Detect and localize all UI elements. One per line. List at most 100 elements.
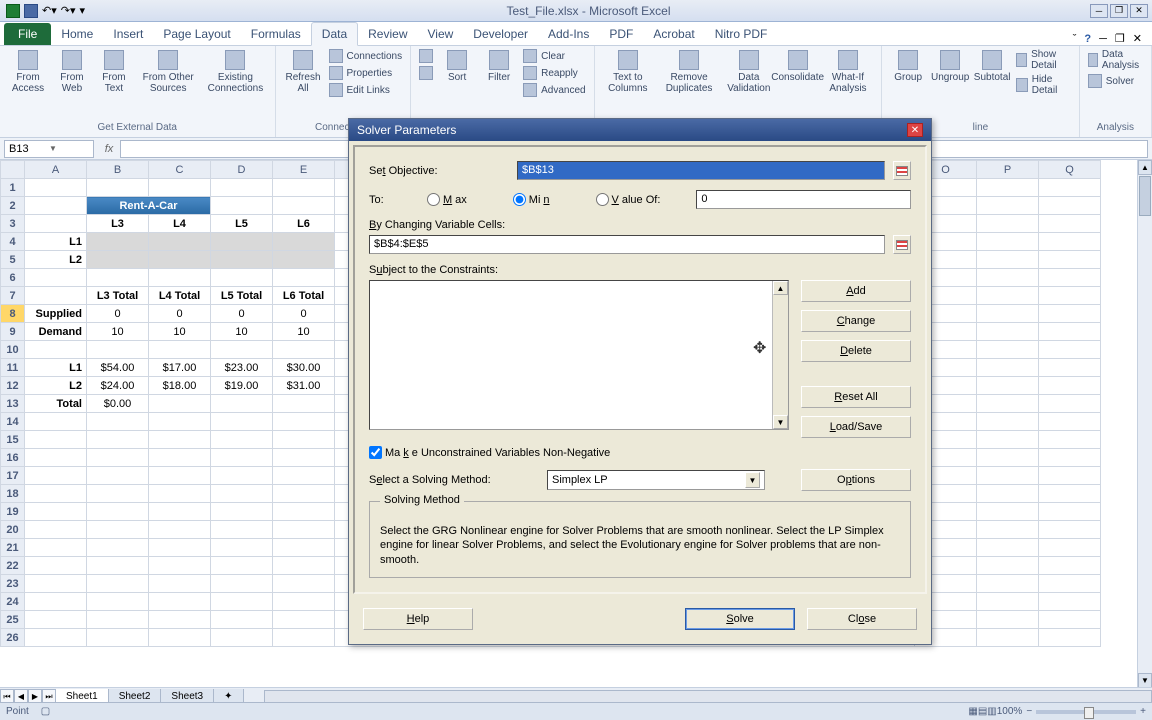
row-header[interactable]: 20 — [1, 521, 25, 539]
row-header[interactable]: 10 — [1, 341, 25, 359]
row-header[interactable]: 21 — [1, 539, 25, 557]
options-button[interactable]: Options — [801, 469, 911, 491]
tab-home[interactable]: Home — [51, 23, 103, 45]
row-header[interactable]: 15 — [1, 431, 25, 449]
selected-cell[interactable]: $0.00 — [87, 395, 149, 413]
window-close-icon[interactable]: ✕ — [1133, 32, 1142, 45]
constraints-listbox[interactable]: ▲▼ — [369, 280, 789, 430]
col-header[interactable]: B — [87, 161, 149, 179]
help-icon[interactable]: ? — [1084, 33, 1091, 45]
row-header[interactable]: 19 — [1, 503, 25, 521]
col-header[interactable]: D — [211, 161, 273, 179]
nonneg-checkbox[interactable]: Make Unconstrained Variables Non-Negativ… — [369, 446, 911, 459]
advanced-button[interactable]: Advanced — [521, 82, 587, 98]
select-all-corner[interactable] — [1, 161, 25, 179]
zoom-in-icon[interactable]: + — [1140, 706, 1146, 717]
solve-button[interactable]: Solve — [685, 608, 795, 630]
dialog-close-button[interactable]: ✕ — [907, 123, 923, 137]
existing-connections-button[interactable]: Existing Connections — [202, 48, 268, 96]
hide-detail-button[interactable]: Hide Detail — [1014, 73, 1073, 97]
row-header[interactable]: 13 — [1, 395, 25, 413]
edit-links-button[interactable]: Edit Links — [327, 82, 405, 98]
macro-record-icon[interactable]: ▢ — [41, 706, 50, 717]
view-normal-icon[interactable]: ▦ — [968, 706, 977, 717]
col-header[interactable]: E — [273, 161, 335, 179]
tab-pdf[interactable]: PDF — [599, 23, 643, 45]
subtotal-button[interactable]: Subtotal — [972, 48, 1012, 85]
refresh-all-button[interactable]: Refresh All — [282, 48, 325, 96]
window-minimize-icon[interactable]: ─ — [1099, 33, 1107, 45]
col-header[interactable]: P — [977, 161, 1039, 179]
tab-file[interactable]: File — [4, 23, 51, 45]
connections-button[interactable]: Connections — [327, 48, 405, 64]
tab-review[interactable]: Review — [358, 23, 417, 45]
delete-button[interactable]: Delete — [801, 340, 911, 362]
close-button[interactable]: ✕ — [1130, 4, 1148, 18]
row-header[interactable]: 26 — [1, 629, 25, 647]
col-header[interactable]: C — [149, 161, 211, 179]
row-header[interactable]: 17 — [1, 467, 25, 485]
scroll-down-icon[interactable]: ▼ — [1138, 673, 1152, 688]
value-of-radio[interactable]: Value Of: — [596, 193, 661, 206]
tab-acrobat[interactable]: Acrobat — [643, 23, 704, 45]
dialog-titlebar[interactable]: Solver Parameters ✕ — [349, 119, 931, 141]
from-access-button[interactable]: From Access — [6, 48, 50, 96]
constraints-scrollbar[interactable]: ▲▼ — [772, 281, 788, 429]
row-header[interactable]: 7 — [1, 287, 25, 305]
changing-ref-button[interactable] — [893, 235, 911, 254]
max-radio[interactable]: Max — [427, 193, 467, 206]
view-layout-icon[interactable]: ▤ — [978, 706, 987, 717]
sort-button[interactable]: Sort — [437, 48, 477, 85]
solving-method-select[interactable]: Simplex LP▼ — [547, 470, 765, 490]
tab-addins[interactable]: Add-Ins — [538, 23, 599, 45]
tab-view[interactable]: View — [418, 23, 464, 45]
text-to-columns-button[interactable]: Text to Columns — [601, 48, 655, 96]
sort-za-button[interactable] — [417, 65, 435, 81]
from-text-button[interactable]: From Text — [94, 48, 134, 96]
data-validation-button[interactable]: Data Validation — [723, 48, 774, 96]
row-header[interactable]: 22 — [1, 557, 25, 575]
name-box[interactable]: B13▼ — [4, 140, 94, 158]
row-header[interactable]: 24 — [1, 593, 25, 611]
ungroup-button[interactable]: Ungroup — [930, 48, 970, 85]
minimize-ribbon-icon[interactable]: ˇ — [1073, 33, 1077, 45]
row-header[interactable]: 25 — [1, 611, 25, 629]
tab-page-layout[interactable]: Page Layout — [153, 23, 240, 45]
undo-icon[interactable]: ↶▾ — [42, 4, 57, 17]
min-radio[interactable]: Min — [513, 193, 550, 206]
clear-button[interactable]: Clear — [521, 48, 587, 64]
zoom-level[interactable]: 100% — [997, 706, 1023, 717]
minimize-button[interactable]: ─ — [1090, 4, 1108, 18]
scroll-up-icon[interactable]: ▲ — [1138, 160, 1152, 175]
row-header[interactable]: 1 — [1, 179, 25, 197]
fx-icon[interactable]: fx — [102, 142, 116, 156]
row-header[interactable]: 14 — [1, 413, 25, 431]
row-header[interactable]: 2 — [1, 197, 25, 215]
objective-input[interactable]: $B$13 — [517, 161, 885, 180]
row-header[interactable]: 18 — [1, 485, 25, 503]
changing-cells-input[interactable]: $B$4:$E$5 — [369, 235, 885, 254]
filter-button[interactable]: Filter — [479, 48, 519, 85]
row-header[interactable]: 6 — [1, 269, 25, 287]
row-header[interactable]: 12 — [1, 377, 25, 395]
row-header[interactable]: 16 — [1, 449, 25, 467]
close-dialog-button[interactable]: Close — [807, 608, 917, 630]
solver-button[interactable]: Solver — [1086, 73, 1145, 89]
tab-nitro[interactable]: Nitro PDF — [705, 23, 778, 45]
redo-icon[interactable]: ↷▾ — [61, 4, 76, 17]
data-analysis-button[interactable]: Data Analysis — [1086, 48, 1145, 72]
row-header[interactable]: 9 — [1, 323, 25, 341]
load-save-button[interactable]: Load/Save — [801, 416, 911, 438]
tab-developer[interactable]: Developer — [463, 23, 538, 45]
vertical-scrollbar[interactable]: ▲ ▼ — [1137, 160, 1152, 688]
row-header[interactable]: 5 — [1, 251, 25, 269]
from-web-button[interactable]: From Web — [52, 48, 92, 96]
sort-az-button[interactable] — [417, 48, 435, 64]
value-of-input[interactable]: 0 — [696, 190, 911, 209]
restore-button[interactable]: ❐ — [1110, 4, 1128, 18]
row-header[interactable]: 4 — [1, 233, 25, 251]
save-icon[interactable] — [24, 4, 38, 18]
what-if-button[interactable]: What-If Analysis — [821, 48, 875, 96]
change-button[interactable]: Change — [801, 310, 911, 332]
scroll-thumb[interactable] — [1139, 176, 1151, 216]
